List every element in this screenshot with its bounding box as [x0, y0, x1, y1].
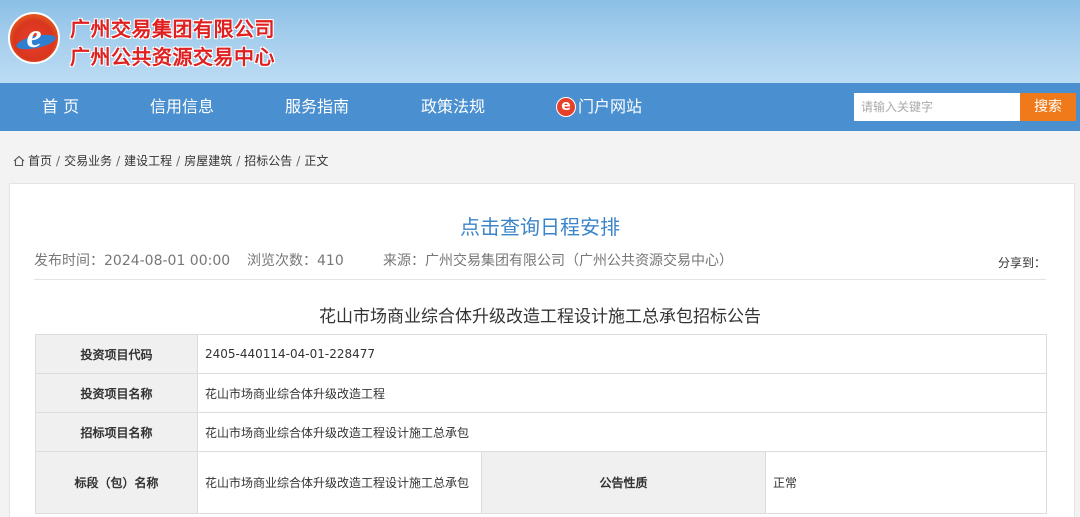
search-button[interactable]: 搜索 — [1020, 93, 1076, 121]
row-label: 投资项目名称 — [35, 373, 198, 413]
org-name-line1: 广州交易集团有限公司 — [70, 17, 275, 41]
row-value: 花山市场商业综合体升级改造工程设计施工总承包 — [197, 451, 482, 514]
nav-portal-label: 门户网站 — [578, 97, 643, 116]
divider — [34, 279, 1046, 280]
breadcrumb-trading[interactable]: 交易业务 — [64, 152, 112, 169]
view-count: 浏览次数：410 — [247, 253, 344, 269]
publish-time: 发布时间：2024-08-01 00:00 — [34, 253, 231, 269]
table-row: 标段（包）名称 花山市场商业综合体升级改造工程设计施工总承包 公告性质 正常 — [35, 451, 1047, 514]
breadcrumb-current: 正文 — [304, 154, 329, 168]
breadcrumb-construction[interactable]: 建设工程 — [124, 152, 172, 169]
table-row: 招标项目名称 花山市场商业综合体升级改造工程设计施工总承包 — [35, 412, 1047, 452]
row-value: 花山市场商业综合体升级改造工程设计施工总承包 — [197, 412, 1047, 452]
row-mid-label: 公告性质 — [481, 451, 766, 514]
breadcrumb-home[interactable]: 首页 — [28, 152, 52, 169]
breadcrumb-separator: / — [296, 153, 301, 168]
breadcrumb-separator: / — [176, 153, 181, 168]
breadcrumb-housing[interactable]: 房屋建筑 — [184, 152, 232, 169]
row-label: 投资项目代码 — [35, 334, 198, 374]
site-logo[interactable]: e — [8, 12, 60, 64]
breadcrumb-tender-notice[interactable]: 招标公告 — [244, 152, 292, 169]
row-mid-value: 正常 — [765, 451, 1047, 514]
table-row: 投资项目代码 2405-440114-04-01-228477 — [35, 334, 1047, 374]
nav-service-guide[interactable]: 服务指南 — [285, 83, 349, 131]
article-title: 花山市场商业综合体升级改造工程设计施工总承包招标公告 — [319, 307, 761, 327]
search-input[interactable] — [854, 93, 1020, 121]
logo-letter: e — [26, 18, 42, 55]
nav-portal[interactable]: e 门户网站 — [556, 83, 642, 131]
row-label: 招标项目名称 — [35, 412, 198, 452]
row-value: 2405-440114-04-01-228477 — [197, 334, 1047, 374]
schedule-link[interactable]: 点击查询日程安排 — [0, 211, 1080, 240]
breadcrumb-separator: / — [56, 153, 61, 168]
nav-credit-info[interactable]: 信用信息 — [150, 83, 214, 131]
breadcrumb-separator: / — [116, 153, 121, 168]
share-label: 分享到： — [998, 256, 1047, 270]
breadcrumb: 首页 / 交易业务 / 建设工程 / 房屋建筑 / 招标公告 / 正文 — [13, 152, 328, 169]
home-icon — [13, 155, 25, 166]
article-source: 来源：广州交易集团有限公司（广州公共资源交易中心） — [383, 253, 733, 269]
org-name-line2: 广州公共资源交易中心 — [70, 45, 275, 69]
project-info-table: 投资项目代码 2405-440114-04-01-228477 投资项目名称 花… — [35, 334, 1047, 514]
breadcrumb-separator: / — [236, 153, 241, 168]
portal-e-icon: e — [556, 97, 576, 117]
table-row: 投资项目名称 花山市场商业综合体升级改造工程 — [35, 373, 1047, 413]
site-header: e 广州交易集团有限公司 广州公共资源交易中心 — [0, 0, 1080, 83]
nav-policy[interactable]: 政策法规 — [421, 83, 485, 131]
nav-home[interactable]: 首 页 — [42, 83, 79, 131]
row-label: 标段（包）名称 — [35, 451, 198, 514]
row-value: 花山市场商业综合体升级改造工程 — [197, 373, 1047, 413]
